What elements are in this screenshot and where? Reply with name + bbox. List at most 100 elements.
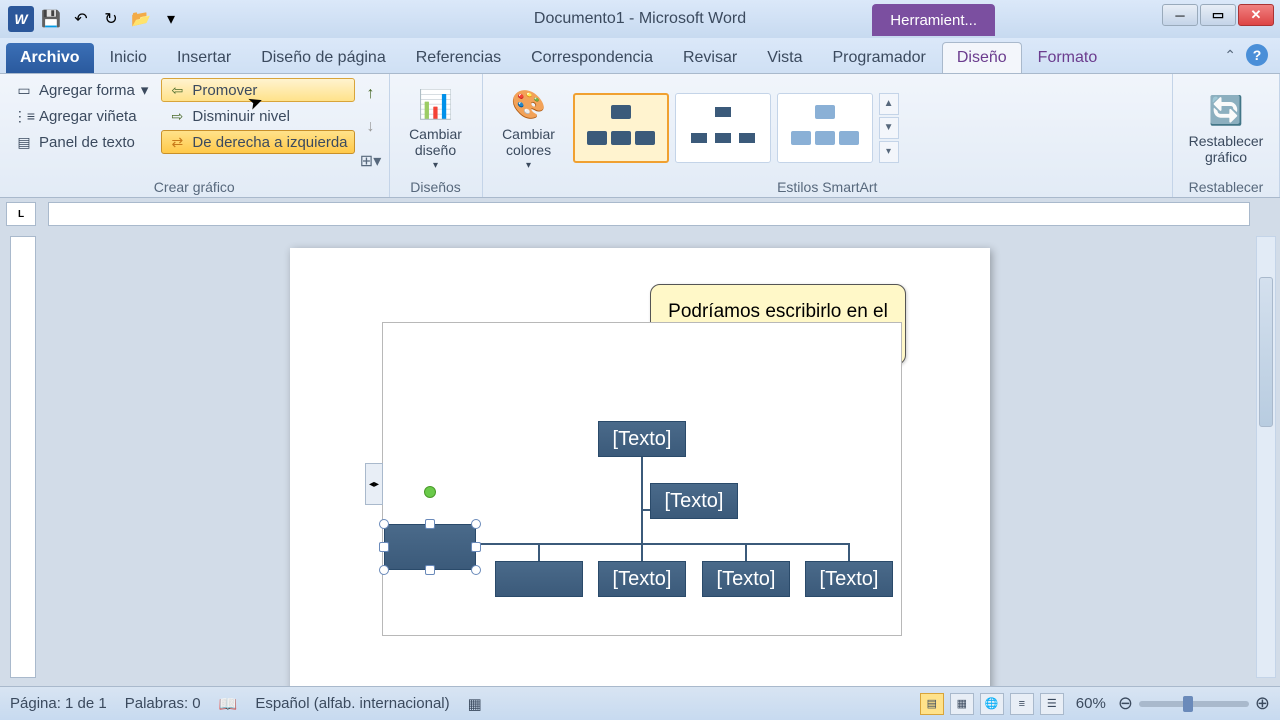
- qat-customize-icon[interactable]: ▾: [158, 6, 184, 32]
- zoom-slider-thumb[interactable]: [1183, 696, 1193, 712]
- text-pane-icon: ▤: [15, 133, 33, 151]
- resize-handle[interactable]: [379, 565, 389, 575]
- org-node-child-2[interactable]: [495, 561, 583, 597]
- dropdown-icon: ▾: [433, 160, 438, 171]
- language-indicator[interactable]: Español (alfab. internacional): [255, 695, 449, 712]
- resize-handle[interactable]: [471, 565, 481, 575]
- change-colors-icon: 🎨: [509, 84, 549, 124]
- gallery-down-icon[interactable]: ▼: [879, 117, 899, 139]
- close-button[interactable]: ✕: [1238, 4, 1274, 26]
- change-colors-label: Cambiar colores: [495, 126, 563, 158]
- org-node-child-4[interactable]: [Texto]: [702, 561, 790, 597]
- quick-access-toolbar: W 💾 ↶ ↻ 📂 ▾: [0, 6, 184, 32]
- view-full-screen[interactable]: ▦: [950, 693, 974, 715]
- minimize-button[interactable]: ─: [1162, 4, 1198, 26]
- rotate-handle[interactable]: [424, 486, 436, 498]
- zoom-out-button[interactable]: ⊖: [1118, 693, 1133, 714]
- resize-handle[interactable]: [471, 519, 481, 529]
- horizontal-ruler[interactable]: [48, 202, 1250, 226]
- add-shape-icon: ▭: [15, 81, 33, 99]
- move-up-icon[interactable]: ↑: [361, 84, 381, 104]
- tab-home[interactable]: Inicio: [96, 43, 161, 73]
- gallery-more-icon[interactable]: ▾: [879, 141, 899, 163]
- zoom-slider[interactable]: [1139, 701, 1249, 707]
- org-node-assistant[interactable]: [Texto]: [650, 483, 738, 519]
- layout-dropdown-icon[interactable]: ⊞▾: [361, 151, 381, 171]
- redo-icon[interactable]: ↻: [98, 6, 124, 32]
- word-count[interactable]: Palabras: 0: [125, 695, 201, 712]
- move-down-icon[interactable]: ↓: [361, 117, 381, 137]
- tab-insert[interactable]: Insertar: [163, 43, 245, 73]
- right-to-left-button[interactable]: ⇄ De derecha a izquierda: [161, 130, 354, 154]
- rtl-icon: ⇄: [168, 133, 186, 151]
- tab-page-layout[interactable]: Diseño de página: [247, 43, 400, 73]
- resize-handle[interactable]: [379, 542, 389, 552]
- smartart-frame[interactable]: ◂▸ [Texto] [Texto] [Texto] [Texto] [Text…: [382, 322, 902, 636]
- tab-references[interactable]: Referencias: [402, 43, 515, 73]
- tab-review[interactable]: Revisar: [669, 43, 751, 73]
- resize-handle[interactable]: [425, 565, 435, 575]
- minimize-ribbon-icon[interactable]: ⌃: [1224, 47, 1236, 64]
- style-gallery: ▲ ▼ ▾: [573, 93, 899, 163]
- add-bullet-label: Agregar viñeta: [39, 108, 137, 125]
- page-indicator[interactable]: Página: 1 de 1: [10, 695, 107, 712]
- text-pane-button[interactable]: ▤ Panel de texto: [8, 130, 155, 154]
- text-pane-toggle[interactable]: ◂▸: [365, 463, 383, 505]
- proofing-icon[interactable]: 📖: [219, 695, 238, 713]
- org-node-selected[interactable]: [384, 524, 476, 570]
- org-node-root[interactable]: [Texto]: [598, 421, 686, 457]
- document-page[interactable]: Podríamos escribirlo en el propio diagra…: [290, 248, 990, 708]
- change-layout-icon: 📊: [416, 84, 456, 124]
- change-colors-button[interactable]: 🎨 Cambiar colores ▾: [491, 80, 567, 175]
- group-create-graphic: ▭ Agregar forma ▾ ⋮≡ Agregar viñeta ▤ Pa…: [0, 74, 390, 197]
- tab-developer[interactable]: Programador: [818, 43, 939, 73]
- maximize-button[interactable]: ▭: [1200, 4, 1236, 26]
- window-title: Documento1 - Microsoft Word: [534, 10, 746, 28]
- resize-handle[interactable]: [425, 519, 435, 529]
- dropdown-icon: ▾: [141, 81, 149, 99]
- view-print-layout[interactable]: ▤: [920, 693, 944, 715]
- group-label-reset: Restablecer: [1181, 177, 1271, 195]
- help-icon[interactable]: ?: [1246, 44, 1268, 66]
- tab-design[interactable]: Diseño: [942, 42, 1022, 73]
- zoom-level[interactable]: 60%: [1076, 695, 1106, 712]
- open-icon[interactable]: 📂: [128, 6, 154, 32]
- gallery-up-icon[interactable]: ▲: [879, 93, 899, 115]
- ruler-corner[interactable]: L: [6, 202, 36, 226]
- style-item-3[interactable]: [777, 93, 873, 163]
- tab-file[interactable]: Archivo: [6, 43, 94, 73]
- tab-format[interactable]: Formato: [1024, 43, 1112, 73]
- view-draft[interactable]: ☰: [1040, 693, 1064, 715]
- rtl-label: De derecha a izquierda: [192, 134, 347, 151]
- dropdown-icon: ▾: [526, 160, 531, 171]
- resize-handle[interactable]: [471, 542, 481, 552]
- group-label-create: Crear gráfico: [8, 177, 381, 195]
- style-item-2[interactable]: [675, 93, 771, 163]
- change-layout-button[interactable]: 📊 Cambiar diseño ▾: [398, 78, 474, 177]
- save-icon[interactable]: 💾: [38, 6, 64, 32]
- promote-icon: ⇦: [168, 81, 186, 99]
- tab-mailings[interactable]: Correspondencia: [517, 43, 667, 73]
- reset-label: Restablecer gráfico: [1185, 133, 1267, 165]
- tab-view[interactable]: Vista: [753, 43, 816, 73]
- add-shape-button[interactable]: ▭ Agregar forma ▾: [8, 78, 155, 102]
- reset-graphic-button[interactable]: 🔄 Restablecer gráfico: [1181, 78, 1271, 177]
- resize-handle[interactable]: [379, 519, 389, 529]
- macro-icon[interactable]: ▦: [468, 695, 482, 713]
- vertical-ruler[interactable]: [10, 236, 36, 678]
- group-reset: 🔄 Restablecer gráfico Restablecer: [1173, 74, 1280, 197]
- org-node-child-3[interactable]: [Texto]: [598, 561, 686, 597]
- demote-icon: ⇨: [168, 107, 186, 125]
- zoom-in-button[interactable]: ⊕: [1255, 693, 1270, 714]
- scrollbar-thumb[interactable]: [1259, 277, 1273, 427]
- group-layouts: 📊 Cambiar diseño ▾ Diseños: [390, 74, 483, 197]
- undo-icon[interactable]: ↶: [68, 6, 94, 32]
- vertical-scrollbar[interactable]: [1256, 236, 1276, 678]
- style-item-1[interactable]: [573, 93, 669, 163]
- ribbon-tabs: Archivo Inicio Insertar Diseño de página…: [0, 38, 1280, 74]
- ribbon: ▭ Agregar forma ▾ ⋮≡ Agregar viñeta ▤ Pa…: [0, 74, 1280, 198]
- view-outline[interactable]: ≡: [1010, 693, 1034, 715]
- view-web[interactable]: 🌐: [980, 693, 1004, 715]
- org-node-child-5[interactable]: [Texto]: [805, 561, 893, 597]
- add-bullet-button[interactable]: ⋮≡ Agregar viñeta: [8, 104, 155, 128]
